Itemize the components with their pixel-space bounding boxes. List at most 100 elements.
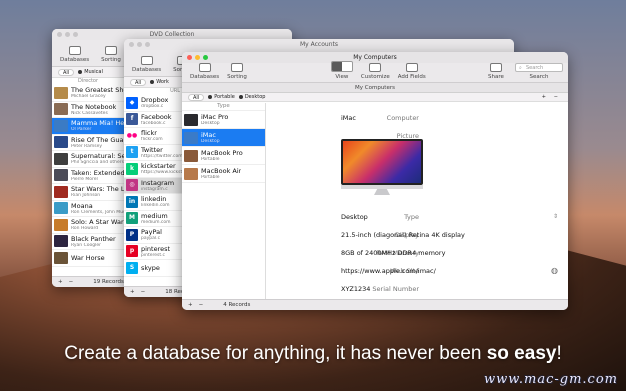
add-record-button[interactable]: + — [188, 302, 193, 308]
sorting-button[interactable]: Sorting — [227, 63, 247, 80]
type-popup-chevron-icon[interactable]: ⇕ — [553, 213, 558, 220]
zoom-icon[interactable] — [203, 55, 208, 60]
scope-all[interactable]: All — [58, 68, 75, 76]
add-fields-button[interactable]: Add Fields — [398, 63, 426, 80]
databases-icon — [68, 46, 81, 55]
globe-icon[interactable]: ◍ — [551, 266, 558, 275]
minimize-icon[interactable] — [195, 55, 200, 60]
watermark: www.mac-gm.com — [484, 372, 618, 387]
sorting-button[interactable]: Sorting — [101, 46, 121, 63]
list-view-icon[interactable] — [341, 62, 352, 71]
list-item-subtitle: Nick Cassavetes — [71, 110, 108, 116]
list-item-subtitle: medium.com — [141, 219, 171, 225]
databases-label: Databases — [132, 67, 162, 73]
computer-value[interactable]: iMac — [341, 114, 356, 122]
list-item[interactable]: Mmedium medium.com — [124, 211, 182, 227]
list-item-text: The Notebook Nick Cassavetes — [71, 103, 116, 116]
imac-picture[interactable] — [341, 139, 423, 195]
list-item-subtitle: paypal.c — [141, 236, 161, 242]
scope-work[interactable]: Work — [150, 79, 169, 85]
zoom-icon[interactable] — [145, 42, 150, 47]
scope-all[interactable]: All — [130, 78, 147, 86]
scope-portable[interactable]: Portable — [208, 94, 235, 100]
form-view-icon[interactable] — [331, 62, 342, 71]
list-item-title: Instagram — [141, 178, 175, 187]
scope-work-label: Work — [156, 79, 169, 85]
computers-window: My Computers Databases Sorting View Cust… — [182, 52, 568, 310]
close-icon[interactable] — [187, 55, 192, 60]
list-item-text: War Horse — [71, 254, 105, 262]
add-record-button[interactable]: + — [58, 279, 63, 285]
service-logo-icon: p — [126, 245, 138, 258]
list-item[interactable]: f Facebook facebook.c — [124, 112, 182, 128]
list-item[interactable]: MacBook Pro Portable — [182, 147, 265, 165]
list-item[interactable]: Sskype — [124, 260, 182, 277]
poster-thumbnail — [54, 119, 68, 132]
add-record-button[interactable]: + — [130, 289, 135, 295]
remove-scope-button[interactable]: − — [554, 94, 558, 100]
databases-button[interactable]: Databases — [132, 56, 161, 73]
computers-bottombar: + − 4 Records — [182, 299, 568, 310]
list-item-text: kickstarterhttps://www.kickstarter — [141, 162, 182, 175]
service-logo-icon: ◎ — [126, 179, 138, 192]
serial-value[interactable]: XYZ1234 — [341, 285, 370, 293]
list-item-title: medium — [141, 211, 168, 220]
list-header[interactable]: Director — [52, 78, 124, 85]
remove-record-button[interactable]: − — [69, 279, 74, 285]
poster-thumbnail — [54, 235, 68, 248]
databases-button[interactable]: Databases — [60, 46, 89, 63]
accounts-titlebar: My Accounts — [124, 39, 514, 50]
list-item-subtitle: https://twitter.com/ap — [141, 153, 182, 159]
zoom-icon[interactable] — [73, 32, 78, 37]
sorting-label: Sorting — [101, 57, 121, 63]
list-header[interactable]: URL — [124, 88, 182, 95]
service-logo-icon: f — [126, 113, 138, 126]
dot-icon — [150, 79, 155, 84]
list-item[interactable]: in linkedin linkedin.com — [124, 194, 182, 211]
remove-record-button[interactable]: − — [141, 289, 146, 295]
database-subtitle: My Computers — [182, 83, 568, 93]
list-item[interactable]: ●● flickr flickr.com — [124, 128, 182, 145]
caption-text: Create a database for anything, it has n… — [64, 343, 487, 364]
share-button[interactable]: Share — [488, 63, 504, 80]
customize-icon — [369, 63, 382, 72]
add-scope-button[interactable]: + — [542, 94, 546, 100]
search-control: ⌕ Search Search — [515, 63, 563, 80]
databases-button[interactable]: Databases — [190, 63, 219, 80]
customize-button[interactable]: Customize — [361, 63, 390, 80]
service-logo-icon: t — [126, 146, 138, 159]
list-item[interactable]: kkickstarterhttps://www.kickstarter — [124, 161, 182, 178]
list-item-title: PayPal — [141, 228, 162, 237]
website-value[interactable]: https://www.apple.com/imac/ — [341, 267, 436, 275]
list-item[interactable]: tTwitterhttps://twitter.com/ap — [124, 145, 182, 161]
list-item-text: medium medium.com — [141, 212, 171, 225]
view-control[interactable]: View — [330, 61, 353, 80]
list-item[interactable]: ◎ Instagram instagram.c — [124, 177, 182, 194]
scope-all[interactable]: All — [188, 93, 205, 101]
scope-musical[interactable]: Musical — [78, 69, 103, 75]
list-item[interactable]: P PayPal paypal.c — [124, 227, 182, 244]
ram-value[interactable]: 8GB of 2400MHz DDR4 memory — [341, 249, 445, 257]
remove-record-button[interactable]: − — [199, 302, 204, 308]
list-item[interactable]: p pinterest pinterest.c — [124, 244, 182, 260]
list-item-text: skype — [141, 264, 160, 272]
dot-icon — [238, 94, 243, 99]
databases-label: Databases — [190, 74, 220, 80]
search-input[interactable]: ⌕ Search — [515, 63, 563, 72]
list-item-text: PayPal paypal.c — [141, 228, 162, 241]
list-item-title: Twitter — [141, 145, 163, 154]
list-header[interactable]: Type — [182, 103, 265, 111]
close-icon[interactable] — [129, 42, 134, 47]
scope-desktop[interactable]: Desktop — [238, 94, 265, 100]
display-value[interactable]: 21.5-inch (diagonal) Retina 4K display — [341, 231, 465, 239]
close-icon[interactable] — [57, 32, 62, 37]
list-item-title: kickstarter — [141, 162, 176, 171]
list-item[interactable]: ◆ Dropbox dropbox.c — [124, 95, 182, 112]
list-item-text: linkedin linkedin.com — [141, 195, 170, 208]
list-item-title: flickr — [141, 129, 157, 138]
minimize-icon[interactable] — [137, 42, 142, 47]
window-title: DVD Collection — [149, 31, 195, 38]
type-value[interactable]: Desktop — [341, 213, 368, 221]
minimize-icon[interactable] — [65, 32, 70, 37]
list-item[interactable]: MacBook Air Portable — [182, 165, 265, 183]
